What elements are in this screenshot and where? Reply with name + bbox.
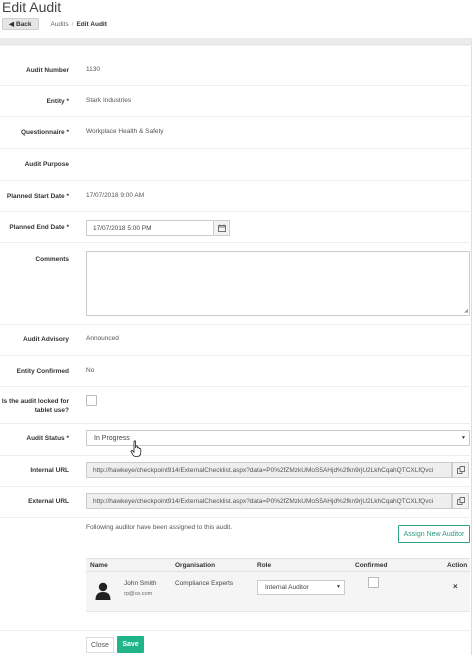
comments-textarea[interactable]: ◢ <box>86 251 470 316</box>
entity-confirmed-label: Entity Confirmed <box>16 368 69 375</box>
locked-label-line2: tablet use? <box>34 407 69 414</box>
form-footer <box>0 630 472 655</box>
breadcrumb-current: Edit Audit <box>76 20 107 28</box>
breadcrumb-separator: / <box>71 20 74 28</box>
audit-number-label: Audit Number <box>26 67 69 74</box>
audit-status-value: In Progress <box>94 434 130 442</box>
page-title: Edit Audit <box>2 0 62 15</box>
chevron-down-icon: ▼ <box>461 435 466 441</box>
row-audit-purpose: Audit Purpose <box>0 149 472 181</box>
audit-status-label: Audit Status * <box>26 435 69 442</box>
audit-advisory-label: Audit Advisory <box>23 336 69 343</box>
auditor-confirmed-checkbox[interactable] <box>368 577 379 588</box>
planned-end-input[interactable]: 17/07/2018 5:00 PM <box>86 220 214 236</box>
external-url-input[interactable]: http://hawkeye/checkpoint914/ExternalChe… <box>86 493 452 509</box>
column-header: Name <box>90 562 108 569</box>
row-audit-number: Audit Number 1130 <box>0 54 472 86</box>
internal-url-input[interactable]: http://hawkeye/checkpoint914/ExternalChe… <box>86 462 452 478</box>
audit-purpose-label: Audit Purpose <box>24 161 69 168</box>
questionnaire-value: Workplace Health & Safety <box>86 128 164 135</box>
copy-icon[interactable] <box>452 462 469 478</box>
entity-confirmed-value: No <box>86 367 95 374</box>
save-button[interactable]: Save <box>117 636 144 653</box>
assign-new-auditor-button[interactable]: Assign New Auditor <box>398 525 470 543</box>
user-avatar-icon <box>95 582 111 600</box>
planned-start-value: 17/07/2018 9:00 AM <box>86 192 145 199</box>
column-header: Organisation <box>175 562 216 569</box>
planned-end-label: Planned End Date * <box>9 224 69 231</box>
audit-advisory-value: Announced <box>86 335 119 342</box>
row-planned-end: Planned End Date * <box>0 212 472 243</box>
auditor-organisation: Compliance Experts <box>175 580 234 587</box>
audit-number-value: 1130 <box>86 66 100 73</box>
remove-icon[interactable]: × <box>453 582 458 591</box>
row-entity: Entity * Stark Industries <box>0 86 472 117</box>
planned-start-label: Planned Start Date * <box>6 193 69 200</box>
row-planned-start: Planned Start Date * 17/07/2018 9:00 AM <box>0 181 472 212</box>
auditor-role-value: Internal Auditor <box>265 584 309 591</box>
breadcrumb-audits[interactable]: Audits <box>51 21 69 28</box>
entity-label: Entity * <box>46 98 69 105</box>
external-url-label: External URL <box>28 498 69 505</box>
panel-divider <box>0 44 472 46</box>
questionnaire-label: Questionnaire * <box>20 129 69 136</box>
back-button-label: Back <box>16 20 32 28</box>
row-questionnaire: Questionnaire * Workplace Health & Safet… <box>0 117 472 149</box>
entity-value: Stark Industries <box>86 97 132 104</box>
auditor-email: rp@ce.com <box>124 591 153 597</box>
calendar-icon[interactable] <box>213 220 230 236</box>
table-header: Name Organisation Role Confirmed Action <box>86 558 470 572</box>
column-header: Confirmed <box>355 562 388 569</box>
locked-checkbox[interactable] <box>86 395 97 406</box>
row-entity-confirmed: Entity Confirmed No <box>0 356 472 387</box>
auditor-role-select[interactable]: Internal Auditor ▼ <box>257 580 345 595</box>
column-header: Role <box>257 562 272 569</box>
row-locked: Is the audit locked for tablet use? <box>0 387 472 424</box>
internal-url-label: Internal URL <box>30 467 69 474</box>
table-row: John Smith rp@ce.com Compliance Experts … <box>86 572 470 612</box>
breadcrumb: ◀ Back Audits / Edit Audit <box>2 18 107 30</box>
close-button[interactable]: Close <box>86 637 114 653</box>
auditors-table: Name Organisation Role Confirmed Action … <box>86 558 470 612</box>
row-audit-advisory: Audit Advisory Announced <box>0 325 472 356</box>
copy-icon[interactable] <box>452 493 469 509</box>
auditors-intro: Following auditor have been assigned to … <box>86 524 232 531</box>
resize-handle-icon[interactable]: ◢ <box>464 308 468 314</box>
comments-label: Comments <box>35 256 69 263</box>
column-header: Action <box>447 562 468 569</box>
back-button[interactable]: ◀ Back <box>2 18 39 30</box>
auditor-name: John Smith <box>124 580 157 587</box>
arrow-left-icon: ◀ <box>9 21 14 28</box>
chevron-down-icon: ▼ <box>336 584 341 590</box>
locked-label-line1: Is the audit locked for <box>1 398 69 405</box>
